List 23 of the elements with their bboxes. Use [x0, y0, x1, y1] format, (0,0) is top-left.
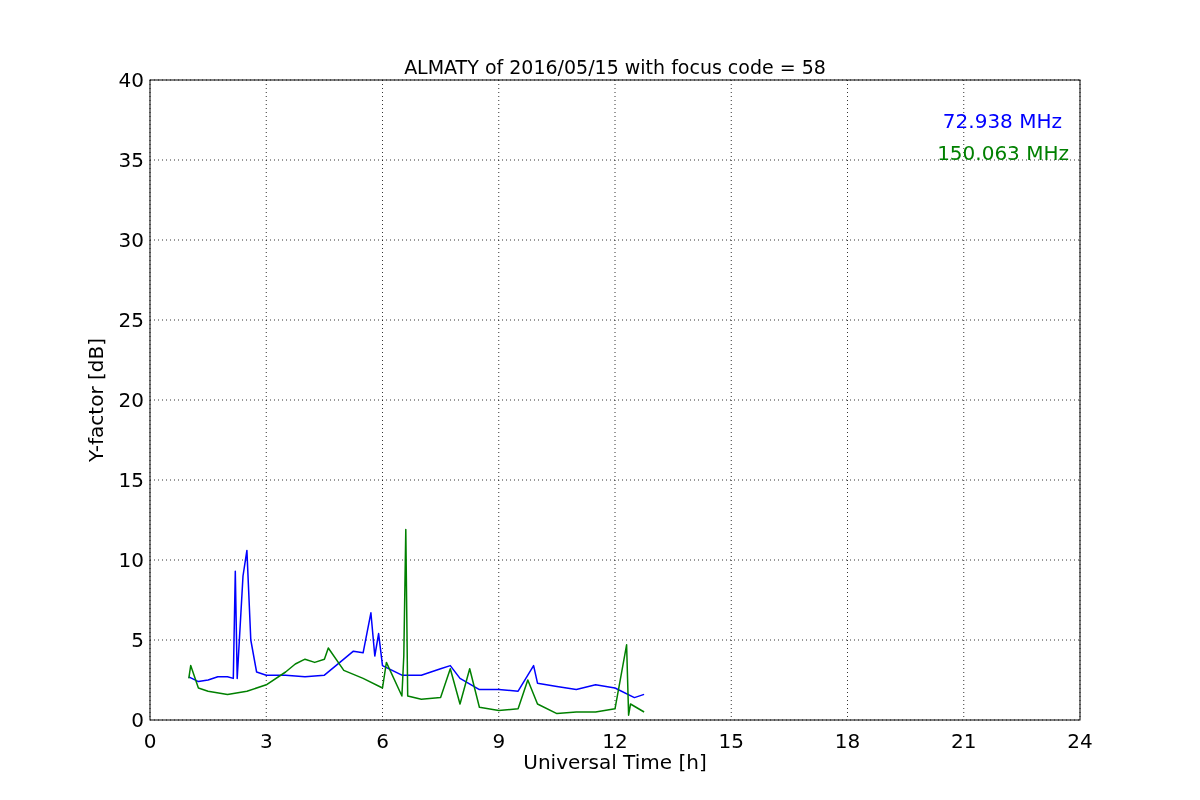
x-tick-label: 24: [1067, 729, 1093, 753]
y-tick-label: 25: [118, 308, 144, 332]
y-tick-label: 30: [118, 228, 144, 252]
y-tick-label: 5: [131, 628, 144, 652]
y-tick-label: 35: [118, 148, 144, 172]
x-axis-label: Universal Time [h]: [523, 750, 707, 774]
x-tick-label: 15: [718, 729, 744, 753]
x-tick-label: 12: [602, 729, 628, 753]
y-tick-label: 40: [118, 68, 144, 92]
x-tick-label: 3: [259, 729, 273, 753]
x-tick-label: 18: [834, 729, 861, 753]
y-tick-label: 10: [118, 548, 144, 572]
x-tick-label: 9: [492, 729, 506, 753]
chart-title: ALMATY of 2016/05/15 with focus code = 58: [404, 56, 826, 78]
x-tick-label: 21: [951, 729, 977, 753]
y-tick-label: 0: [131, 708, 144, 732]
y-axis-label: Y-factor [dB]: [84, 338, 108, 462]
y-tick-label: 15: [118, 468, 144, 492]
x-tick-label: 6: [376, 729, 389, 753]
x-tick-label: 0: [143, 729, 157, 753]
y-tick-label: 20: [118, 388, 144, 412]
legend-label: 150.063 MHz: [937, 141, 1069, 165]
legend-label: 72.938 MHz: [942, 109, 1062, 133]
